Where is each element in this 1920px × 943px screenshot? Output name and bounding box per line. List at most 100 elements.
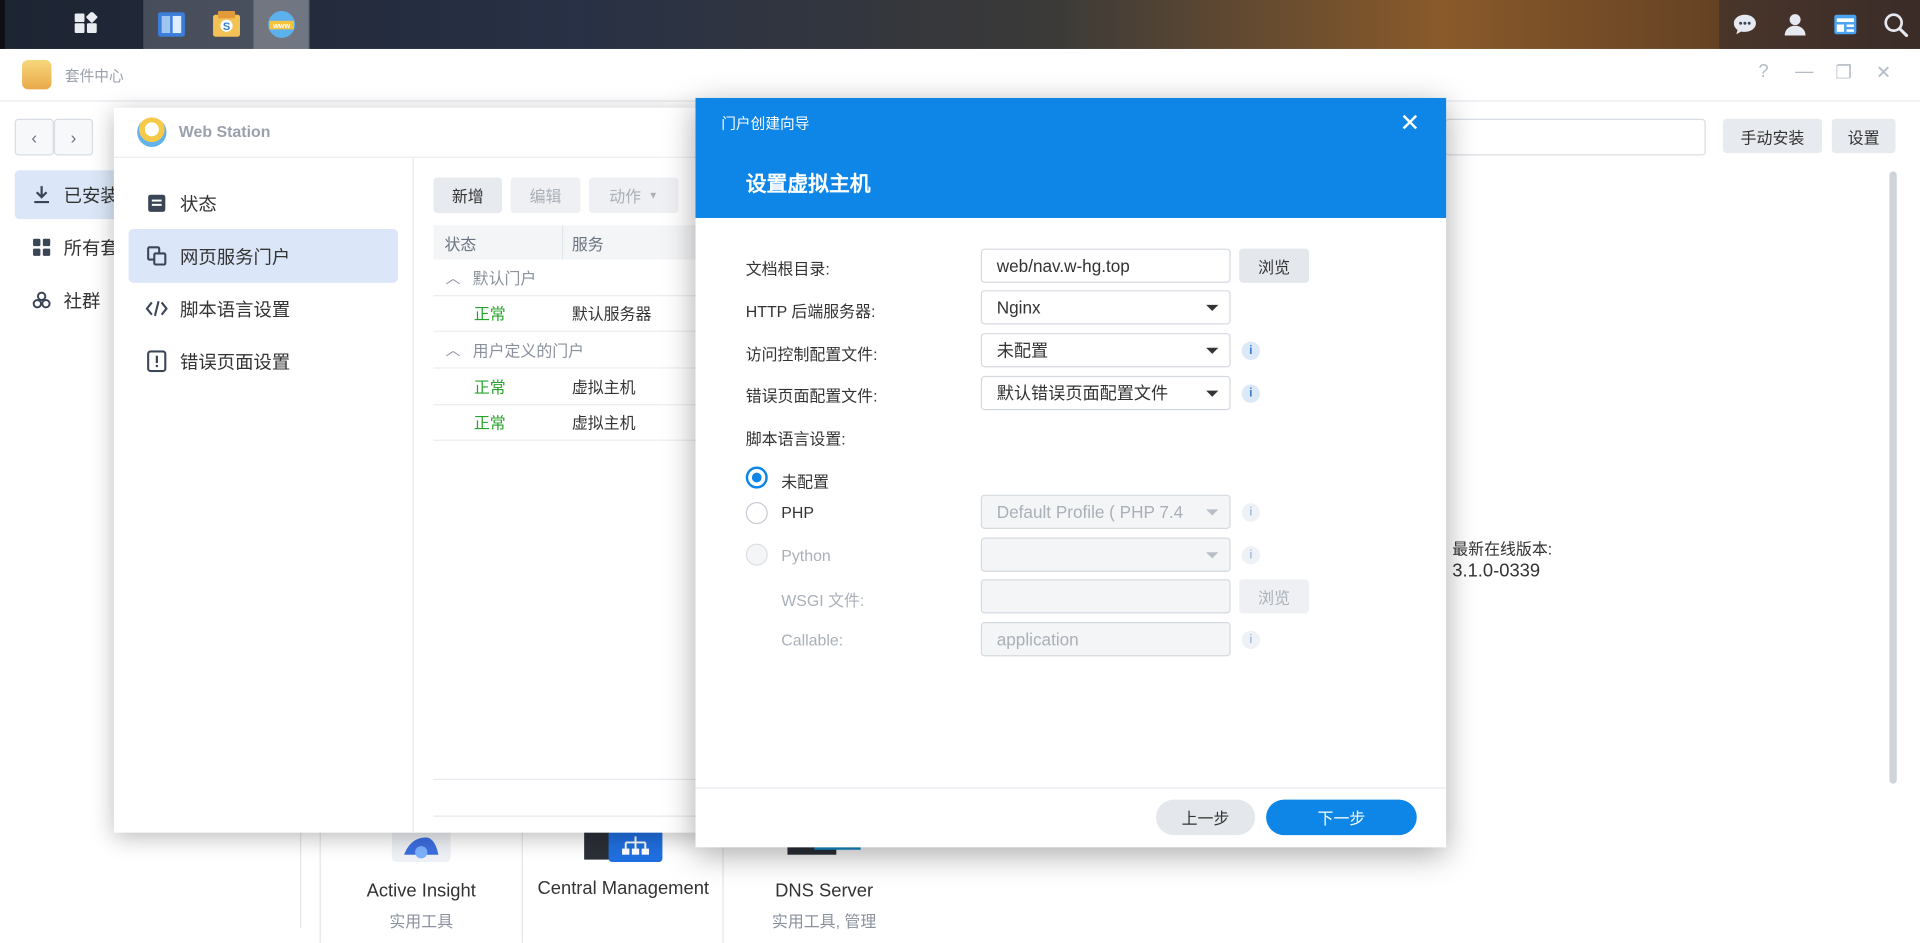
sidebar-item-label: 社群 [63, 290, 101, 312]
dropdown-caret-icon [1206, 347, 1219, 354]
callable-info-icon[interactable]: i [1241, 630, 1261, 649]
row-service: 虚拟主机 [571, 378, 636, 397]
package-card-active-insight[interactable]: Active Insight 实用工具 [319, 830, 522, 943]
error-page-icon [147, 350, 167, 373]
package-center-window-icon [22, 60, 52, 90]
action-dropdown[interactable]: 动作 ▼ [588, 177, 679, 214]
package-card-central-management[interactable]: Central Management [521, 830, 724, 943]
dropdown-caret-icon [1206, 509, 1219, 516]
portal-icon [147, 246, 167, 266]
sidebar-item-label: 所有套 [63, 238, 119, 259]
ws-menu-script-language[interactable]: 脚本语言设置 [129, 282, 398, 336]
taskbar-running-apps: S www [143, 0, 310, 49]
doc-root-browse-button[interactable]: 浏览 [1239, 248, 1309, 283]
python-profile-select[interactable] [980, 537, 1231, 572]
doc-root-field[interactable]: web/nav.w-hg.top [980, 248, 1231, 283]
wsgi-file-field[interactable] [980, 579, 1231, 614]
access-control-info-icon[interactable]: i [1241, 341, 1261, 361]
dialog-close-icon[interactable]: ✕ [1400, 108, 1421, 139]
http-backend-select[interactable]: Nginx [980, 290, 1231, 325]
ws-menu-error-page[interactable]: 错误页面设置 [129, 334, 398, 388]
row-service: 默认服务器 [571, 304, 652, 324]
package-category: 实用工具, 管理 [771, 912, 877, 931]
radio-not-configured-label: 未配置 [781, 472, 830, 492]
taskbar-package-center[interactable]: S [198, 0, 253, 49]
next-step-button[interactable]: 下一步 [1266, 799, 1417, 836]
file-manager-icon [157, 12, 185, 37]
add-button[interactable]: 新增 [433, 177, 503, 214]
help-icon[interactable]: ? [1758, 61, 1768, 82]
action-label: 动作 [609, 187, 642, 206]
table-row[interactable]: 正常 虚拟主机 [433, 404, 703, 441]
central-management-icon [584, 830, 663, 863]
error-page-select[interactable]: 默认错误页面配置文件 [980, 375, 1231, 411]
radio-not-configured[interactable] [745, 466, 768, 489]
edit-button[interactable]: 编辑 [510, 177, 581, 214]
php-profile-value: Default Profile ( PHP 7.4 [996, 502, 1184, 522]
column-header-status[interactable]: 状态 [433, 225, 564, 260]
settings-button[interactable]: 设置 [1831, 118, 1896, 154]
dialog-footer-divider [695, 787, 1447, 789]
chevron-left-icon: ‹ [31, 127, 38, 147]
radio-php[interactable] [745, 502, 768, 525]
table-row[interactable]: 正常 默认服务器 [433, 295, 703, 332]
taskbar-edge [0, 0, 5, 49]
restore-icon[interactable]: ❐ [1836, 61, 1852, 83]
user-button[interactable] [1769, 0, 1819, 49]
taskbar-web-station[interactable]: www [253, 0, 309, 49]
package-center-titlebar [0, 48, 1920, 102]
svg-text:S: S [222, 21, 229, 33]
group-name: 默认门户 [472, 269, 537, 288]
table-row[interactable]: 正常 虚拟主机 [433, 369, 703, 406]
error-page-info-icon[interactable]: i [1241, 384, 1261, 403]
search-button[interactable] [1870, 0, 1920, 49]
previous-step-button[interactable]: 上一步 [1155, 799, 1256, 836]
package-name: Central Management [537, 877, 710, 899]
close-icon[interactable]: ✕ [1876, 61, 1891, 83]
forward-button[interactable]: › [53, 118, 94, 156]
chat-icon [1733, 14, 1756, 35]
caret-down-icon: ▼ [648, 189, 659, 201]
latest-version-value: 3.1.0-0339 [1452, 560, 1541, 582]
web-station-header-divider [113, 156, 702, 158]
manual-install-button[interactable]: 手动安装 [1722, 118, 1823, 154]
group-row-default[interactable]: ︿ 默认门户 [433, 260, 703, 297]
error-page-value: 默认错误页面配置文件 [996, 383, 1169, 403]
sidebar-item-label: 已安装 [63, 185, 119, 207]
ws-menu-portal[interactable]: 网页服务门户 [128, 228, 398, 283]
column-header-service[interactable]: 服务 [563, 225, 703, 260]
radio-python[interactable] [745, 543, 768, 566]
access-control-select[interactable]: 未配置 [980, 333, 1231, 368]
chevron-right-icon: › [70, 127, 77, 147]
widgets-button[interactable] [1820, 0, 1870, 49]
php-info-icon[interactable]: i [1241, 503, 1261, 522]
widgets-icon [1833, 14, 1856, 35]
main-menu-button[interactable] [37, 0, 135, 49]
package-center-scrollbar[interactable] [1889, 171, 1897, 784]
callable-label: Callable: [781, 630, 844, 649]
chat-button[interactable] [1719, 0, 1769, 49]
web-station-title: Web Station [178, 122, 271, 141]
wsgi-browse-button[interactable]: 浏览 [1239, 579, 1309, 614]
step-title: 设置虚拟主机 [745, 172, 871, 196]
latest-version-label: 最新在线版本: [1452, 540, 1553, 559]
doc-root-label: 文档根目录: [745, 259, 830, 278]
minimize-icon[interactable]: — [1795, 61, 1813, 82]
php-profile-select[interactable]: Default Profile ( PHP 7.4 [980, 494, 1231, 529]
python-info-icon[interactable]: i [1241, 546, 1261, 565]
package-search-input[interactable] [1444, 118, 1706, 156]
chevron-up-icon: ︿ [445, 269, 461, 287]
ws-menu-status[interactable]: 状态 [129, 176, 398, 230]
taskbar-tray [1719, 0, 1920, 49]
ws-menu-label: 状态 [180, 194, 217, 215]
table-footer-line [433, 815, 703, 817]
package-center-icon: S [212, 11, 240, 37]
back-button[interactable]: ‹ [14, 118, 54, 156]
apps-grid-icon [74, 12, 98, 34]
taskbar-file-manager[interactable] [143, 0, 198, 49]
group-name: 用户定义的门户 [472, 341, 585, 361]
dropdown-caret-icon [1206, 552, 1219, 559]
group-row-user-defined[interactable]: ︿ 用户定义的门户 [433, 332, 703, 369]
callable-field[interactable]: application [980, 622, 1231, 657]
grid-icon [33, 238, 51, 256]
